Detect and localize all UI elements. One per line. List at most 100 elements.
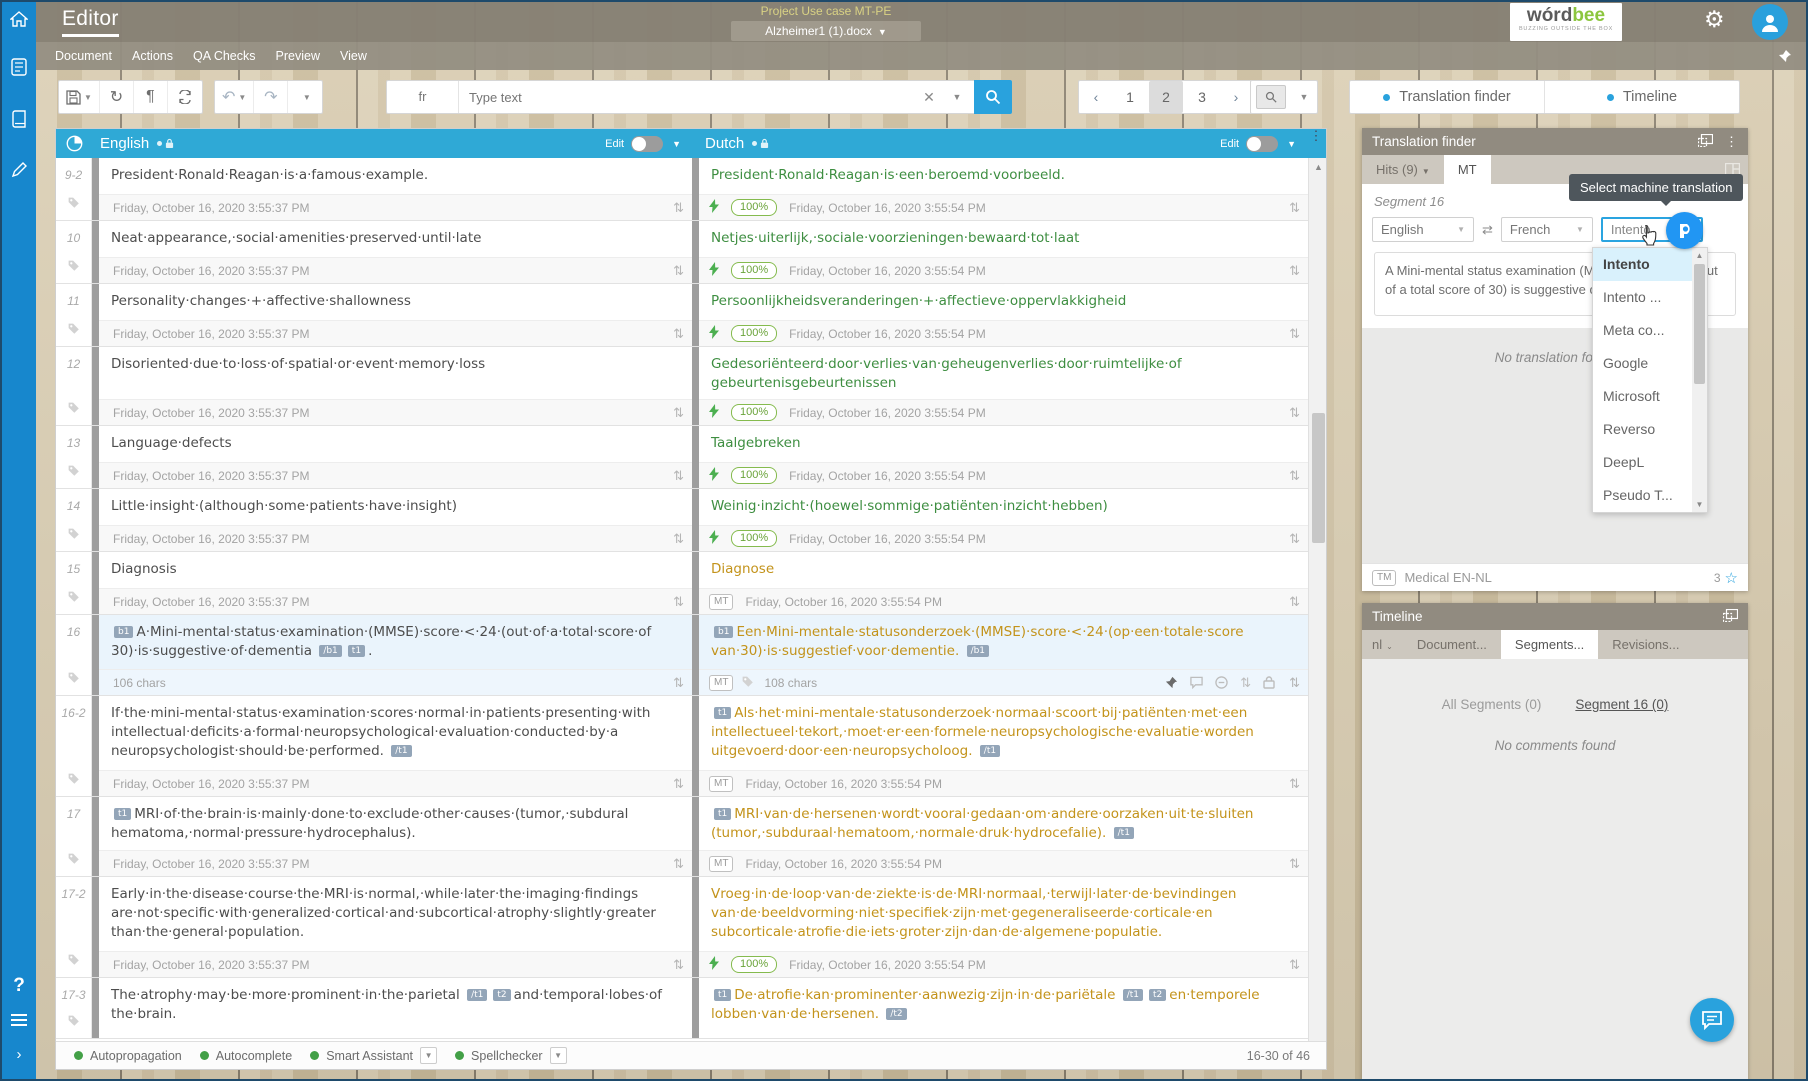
row-drag-handle[interactable]: ⇅ — [1289, 531, 1300, 547]
target-cell[interactable]: Weinig·inzicht·(hoewel·sommige·patiënten… — [699, 489, 1308, 525]
row-drag-handle[interactable]: ⇅ — [673, 200, 684, 216]
row-drag-handle[interactable]: ⇅ — [1289, 856, 1300, 872]
source-cell[interactable]: Little·insight·(although·some·patients·h… — [99, 489, 692, 525]
target-cell[interactable]: t1MRI·van·de·hersenen·wordt·vooral·gedaa… — [699, 797, 1308, 850]
tag-icon[interactable] — [67, 953, 80, 971]
tag-icon[interactable] — [67, 852, 80, 870]
grid-menu-kebab-icon[interactable]: ⋮ — [1306, 129, 1326, 158]
tag-icon[interactable] — [67, 464, 80, 482]
target-cell[interactable]: t1Als·het·mini-mentale·statusonderzoek·n… — [699, 696, 1308, 770]
row-drag-handle[interactable]: ⇅ — [673, 776, 684, 792]
gear-icon[interactable]: ⚙ — [1704, 6, 1725, 33]
pilcrow-button[interactable]: ¶ — [134, 81, 168, 113]
dropdown-scrollbar[interactable]: ▲ ▼ — [1692, 248, 1707, 512]
row-drag-handle[interactable]: ⇅ — [673, 326, 684, 342]
target-cell[interactable]: President·Ronald·Reagan·is·een·beroemd·v… — [699, 158, 1308, 194]
scrollbar-thumb[interactable] — [1694, 264, 1705, 384]
find-replace-button[interactable] — [168, 81, 202, 113]
page-2-button-current[interactable]: 2 — [1149, 81, 1183, 113]
editor-icon[interactable] — [2, 152, 36, 186]
row-drag-handle[interactable]: ⇅ — [1289, 200, 1300, 216]
target-cell[interactable]: Vroeg·in·de·loop·van·de·ziekte·is·de·MRI… — [699, 877, 1308, 951]
scrollbar-thumb[interactable] — [1312, 413, 1325, 543]
expand-panel-icon[interactable] — [1723, 609, 1738, 625]
tag-icon[interactable] — [67, 401, 80, 419]
exclude-icon[interactable] — [1215, 676, 1228, 689]
search-button[interactable] — [974, 80, 1012, 114]
row-drag-handle[interactable]: ⇅ — [1289, 263, 1300, 279]
tab-document-comments[interactable]: Document... — [1403, 630, 1501, 659]
row-drag-handle[interactable]: ⇅ — [673, 405, 684, 421]
grid-scrollbar[interactable]: ▲ — [1308, 158, 1326, 1041]
tab-segments-comments[interactable]: Segments... — [1501, 630, 1598, 659]
mt-provider-option[interactable]: Reverso — [1593, 413, 1692, 446]
source-cell[interactable]: Diagnosis — [99, 552, 692, 588]
target-cell[interactable]: Taalgebreken — [699, 426, 1308, 462]
tab-view[interactable]: View — [330, 42, 377, 70]
undo-button[interactable]: ↶▼ — [215, 81, 254, 113]
tab-qa-checks[interactable]: QA Checks — [183, 42, 266, 70]
target-language-select[interactable]: French▼ — [1501, 217, 1593, 242]
target-cell[interactable]: Netjes·uiterlijk,·sociale·voorzieningen·… — [699, 221, 1308, 257]
clear-search-icon[interactable]: ✕ — [914, 89, 944, 106]
timeline-toggle[interactable]: Timeline — [1544, 81, 1739, 113]
resources-icon[interactable] — [2, 102, 36, 136]
tab-actions[interactable]: Actions — [122, 42, 183, 70]
status-toggle-autopropagation[interactable]: Autopropagation — [74, 1049, 182, 1063]
star-icon[interactable]: ☆ — [1725, 569, 1738, 587]
scroll-down-icon[interactable]: ▼ — [1692, 500, 1707, 509]
panel-menu-kebab-icon[interactable]: ⋮ — [1725, 137, 1738, 147]
mt-provider-option[interactable]: Google — [1593, 347, 1692, 380]
status-toggle-autocomplete[interactable]: Autocomplete — [200, 1049, 292, 1063]
row-drag-handle[interactable]: ⇅ — [673, 594, 684, 610]
chat-button[interactable] — [1690, 998, 1734, 1042]
menu-icon[interactable] — [2, 1003, 36, 1037]
page-1-button[interactable]: 1 — [1113, 81, 1147, 113]
pin-icon[interactable] — [1165, 676, 1178, 689]
pin-icon[interactable] — [1778, 49, 1792, 68]
row-drag-handle[interactable]: ⇅ — [673, 263, 684, 279]
search-scope-label[interactable]: fr — [387, 81, 459, 113]
row-drag-handle[interactable]: ⇅ — [673, 957, 684, 973]
comment-icon[interactable] — [1190, 676, 1203, 689]
source-cell[interactable]: The·atrophy·may·be·more·prominent·in·the… — [99, 978, 692, 1038]
home-icon[interactable] — [2, 2, 36, 36]
swap-languages-icon[interactable]: ⇄ — [1482, 222, 1493, 238]
chevron-down-icon[interactable]: ▼ — [550, 1047, 567, 1064]
row-drag-handle[interactable]: ⇅ — [1289, 776, 1300, 792]
source-cell[interactable]: Early·in·the·disease·course·the·MRI·is·n… — [99, 877, 692, 951]
mt-provider-option[interactable]: Meta co... — [1593, 314, 1692, 347]
lock-icon[interactable] — [1263, 676, 1275, 689]
source-language-select[interactable]: English▼ — [1372, 217, 1474, 242]
timeline-lang-select[interactable]: nl⌄ — [1362, 630, 1403, 659]
tag-icon[interactable] — [67, 590, 80, 608]
filter-chevron[interactable]: ▼ — [1291, 92, 1317, 102]
collapse-sidebar-icon[interactable]: › — [2, 1037, 36, 1071]
source-cell[interactable]: t1MRI·of·the·brain·is·mainly·done·to·exc… — [99, 797, 692, 850]
target-cell[interactable]: Gedesoriënteerd·door·verlies·van·geheuge… — [699, 347, 1308, 399]
mt-provider-option[interactable]: Intento — [1593, 248, 1692, 281]
row-drag-handle[interactable]: ⇅ — [1289, 326, 1300, 342]
source-edit-toggle[interactable] — [631, 136, 663, 152]
row-drag-handle[interactable]: ⇅ — [1289, 957, 1300, 973]
tag-icon[interactable] — [67, 527, 80, 545]
source-cell[interactable]: If·the·mini-mental·status·examination·sc… — [99, 696, 692, 770]
save-button[interactable]: ▼ — [59, 81, 100, 113]
mt-provider-option[interactable]: Pseudo T... — [1593, 479, 1692, 512]
history-dropdown-button[interactable]: ▼ — [288, 81, 322, 113]
row-drag-handle[interactable]: ⇅ — [673, 856, 684, 872]
expand-panel-icon[interactable] — [1698, 134, 1713, 150]
avatar[interactable] — [1752, 4, 1788, 40]
mt-provider-option[interactable]: Intento ... — [1593, 281, 1692, 314]
pie-chart-icon[interactable] — [56, 135, 92, 152]
target-edit-toggle[interactable] — [1246, 136, 1278, 152]
source-cell[interactable]: Disoriented·due·to·loss·of·spatial·or·ev… — [99, 347, 692, 399]
source-cell[interactable]: Personality·changes·+·affective·shallown… — [99, 284, 692, 320]
target-cell[interactable]: b1Een·Mini-mentale·statusonderzoek·(MMSE… — [699, 615, 1308, 669]
tag-icon[interactable] — [67, 259, 80, 277]
wordbee-logo[interactable]: wórdbee BUZZING OUTSIDE THE BOX — [1510, 3, 1622, 41]
search-input[interactable] — [459, 90, 914, 105]
target-cell[interactable]: t1De·atrofie·kan·prominenter·aanwezig·zi… — [699, 978, 1308, 1038]
row-drag-handle[interactable]: ⇅ — [673, 675, 684, 691]
all-segments-link[interactable]: All Segments (0) — [1442, 697, 1542, 712]
